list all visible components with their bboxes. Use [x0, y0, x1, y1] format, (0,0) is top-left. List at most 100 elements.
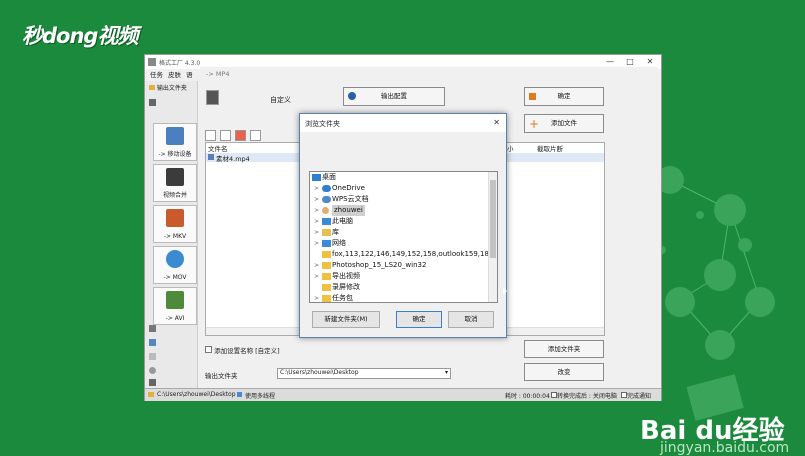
dialog-title: 浏览文件夹	[305, 120, 340, 128]
new-folder-button[interactable]: 新建文件夹(M)	[312, 311, 380, 328]
tree-node-label: 桌面	[322, 173, 336, 181]
tree-node-label: 录屏修改	[332, 283, 360, 291]
output-config-label: 输出配置	[381, 92, 407, 100]
sidebar-item-label: -> MOV	[163, 274, 187, 281]
maximize-button[interactable]: □	[623, 56, 637, 67]
dialog-cancel-button[interactable]: 取消	[448, 311, 494, 328]
tree-node[interactable]: > 导出视频	[310, 271, 488, 282]
close-button[interactable]: ✕	[643, 56, 657, 67]
tree-node[interactable]: 桌面	[310, 172, 488, 183]
tree-node[interactable]: > 任务包	[310, 293, 488, 302]
tree-node[interactable]: > OneDrive	[310, 183, 488, 194]
dialog-titlebar: 浏览文件夹 ✕	[300, 114, 506, 132]
tree-node[interactable]: fox,113,122,146,149,152,158,outlook159,1…	[310, 249, 493, 260]
format-icon	[206, 90, 219, 105]
film-merge-icon	[166, 168, 184, 186]
dialog-ok-button[interactable]: 确定	[396, 311, 442, 328]
add-setting-checkbox[interactable]	[205, 346, 212, 353]
tree-expander[interactable]: >	[314, 260, 320, 271]
tree-expander[interactable]: >	[314, 293, 320, 302]
document-icon[interactable]	[149, 353, 156, 360]
tree-node[interactable]: 录屏修改	[310, 282, 488, 293]
folder-tree[interactable]: 桌面 > OneDrive > WPS云文档 > zhouwei > 此电脑 >…	[309, 171, 498, 303]
output-config-button[interactable]: 输出配置	[343, 87, 445, 106]
sidebar-item-mov[interactable]: -> MOV	[153, 246, 197, 284]
scrollbar-thumb[interactable]	[490, 180, 496, 258]
column-size[interactable]: 小	[507, 143, 514, 153]
tree-node[interactable]: > 网络	[310, 238, 488, 249]
status-path: C:\Users\zhouwei\Desktop	[157, 391, 236, 398]
tools-icon[interactable]	[149, 379, 156, 386]
minimize-button[interactable]: —	[603, 56, 617, 67]
tree-node-label: Photoshop_15_LS20_win32	[332, 261, 427, 269]
user-icon	[322, 207, 329, 214]
music-icon[interactable]	[149, 325, 156, 332]
menu-task[interactable]: 任务	[150, 71, 163, 79]
sidebar-item-label: -> MKV	[163, 233, 187, 240]
menu-language[interactable]: 语	[186, 71, 193, 79]
sidebar-item-label: -> AVI	[165, 315, 185, 322]
sidebar-item-mkv[interactable]: -> MKV	[153, 205, 197, 243]
tree-expander[interactable]: >	[314, 194, 320, 205]
file-name: 素材4.mp4	[216, 155, 250, 163]
tree-node[interactable]: > 库	[310, 227, 488, 238]
play-icon[interactable]	[235, 130, 246, 141]
menu-skin[interactable]: 皮肤	[168, 71, 181, 79]
tree-expander[interactable]: >	[314, 216, 320, 227]
ok-button[interactable]: 确定	[524, 87, 604, 106]
folder-icon	[322, 251, 331, 258]
add-folder-button[interactable]: 添加文件夹	[524, 340, 604, 358]
tree-expander[interactable]: >	[314, 271, 320, 282]
clear-icon[interactable]	[220, 130, 231, 141]
notify-label: 完成通知	[627, 393, 652, 400]
baidu-subtitle: jingyan.baidu.com	[660, 440, 790, 456]
sidebar-small-icon[interactable]	[149, 99, 156, 106]
output-folder-select[interactable]: C:\Users\zhouwei\Desktop ▾	[277, 368, 451, 379]
sidebar-item-label: 视频合并	[162, 192, 187, 199]
menu-bar: 任务 皮肤语	[145, 69, 201, 80]
column-source[interactable]: 文件名	[208, 143, 228, 153]
list-toolbar	[205, 130, 265, 141]
dialog-close-button[interactable]: ✕	[493, 118, 500, 127]
custom-label: 自定义	[270, 96, 291, 104]
add-setting-checkbox-row[interactable]: 添加设置名称 [自定义]	[205, 345, 280, 355]
tree-node[interactable]: > 此电脑	[310, 216, 488, 227]
tree-node-label: zhouwei	[332, 205, 365, 216]
tree-expander[interactable]: >	[314, 205, 320, 216]
column-clip[interactable]: 截取片断	[537, 143, 563, 153]
remove-icon[interactable]	[205, 130, 216, 141]
add-file-button[interactable]: + 添加文件	[524, 114, 604, 133]
tree-scrollbar[interactable]	[488, 172, 497, 302]
info-icon[interactable]	[250, 130, 261, 141]
add-file-label: 添加文件	[551, 119, 577, 127]
ok-arrow-icon	[529, 93, 536, 100]
change-button[interactable]: 改变	[524, 363, 604, 381]
tree-node[interactable]: > WPS云文档	[310, 194, 488, 205]
elapsed-label: 耗时 : 00:00:04	[505, 393, 550, 400]
library-folder-icon	[322, 229, 331, 236]
tree-expander[interactable]: >	[314, 227, 320, 238]
sidebar-item-mobile[interactable]: -> 移动设备	[153, 123, 197, 161]
network-icon	[322, 240, 331, 247]
video-file-icon	[208, 154, 214, 160]
tree-expander[interactable]: >	[314, 238, 320, 249]
tree-node-selected[interactable]: > zhouwei	[310, 205, 488, 216]
sidebar-item-avi[interactable]: -> AVI	[153, 287, 197, 325]
multithread-checkbox[interactable]	[237, 392, 242, 397]
output-folder-label: 输出文件夹	[205, 372, 238, 380]
settings-icon	[348, 92, 356, 100]
picture-icon[interactable]	[149, 339, 156, 346]
sidebar-item-video-merge[interactable]: 视频合并	[153, 164, 197, 202]
change-label: 改变	[557, 368, 571, 376]
sidebar-output-folder[interactable]: 输出文件夹	[149, 83, 197, 93]
tree-node-label: fox,113,122,146,149,152,158,outlook159,1…	[332, 250, 494, 258]
folder-icon	[322, 284, 331, 291]
add-setting-label: 添加设置名称 [自定义]	[214, 347, 280, 355]
disc-icon[interactable]	[149, 367, 156, 374]
tree-node[interactable]: > Photoshop_15_LS20_win32	[310, 260, 488, 271]
mkv-icon	[166, 209, 184, 227]
tree-expander[interactable]: >	[314, 183, 320, 194]
sidebar-item-label: -> 移动设备	[158, 151, 192, 158]
mouse-cursor	[503, 287, 507, 295]
mobile-device-icon	[166, 127, 184, 145]
